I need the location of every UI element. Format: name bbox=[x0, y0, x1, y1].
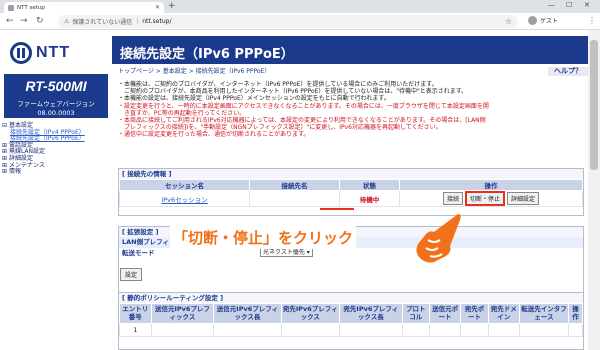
col-dst-domain: 宛先ドメイン bbox=[487, 303, 521, 324]
note-line: ・本機能の設定は、接続先設定（IPv4 PPPoE）メインセッションの設定をもと… bbox=[118, 95, 390, 103]
page-title: 接続先設定（IPv6 PPPoE） bbox=[112, 36, 588, 64]
col-entry: エントリ番号 bbox=[119, 303, 152, 324]
col-src-prefix-len: 送信元IPv6プレフィックス長 bbox=[213, 303, 282, 324]
menu-tree: ⊟ 基本設定 接続先設定（IPv4 PPPoE） 接続先設定（IPv6 PPPo… bbox=[2, 122, 85, 176]
warning-line: ・通信中に設定変更を行った場合、通信が切断されることがあります。 bbox=[118, 131, 310, 139]
url-text: ntt.setup/ bbox=[142, 18, 172, 25]
logo-text: NTT bbox=[36, 44, 71, 61]
model-name: RT-500MI bbox=[25, 78, 87, 94]
minimize-icon[interactable]: — bbox=[548, 1, 555, 9]
main-content: 接続先設定（IPv6 PPPoE） トップページ > 基本設定 > 接続先設定（… bbox=[112, 30, 588, 350]
pointing-hand-icon bbox=[416, 214, 461, 263]
callout-instruction: 「切断・停止」をクリック bbox=[170, 226, 357, 249]
status-badge: 待機中 bbox=[359, 195, 380, 204]
profile-button[interactable]: ゲスト bbox=[528, 16, 558, 25]
breadcrumb: トップページ > 基本設定 > 接続先設定（IPv6 PPPoE） bbox=[118, 68, 271, 75]
favicon-icon bbox=[8, 4, 14, 11]
table-row: IPv6セッション 待機中 接続 切断・停止 詳細設定 bbox=[119, 190, 583, 207]
set-button[interactable]: 設定 bbox=[120, 268, 143, 281]
connection-panel-heading: [ 接続先の情報 ] bbox=[119, 169, 583, 179]
session-link[interactable]: IPv6セッション bbox=[161, 196, 207, 204]
col-src-port: 送信元ポート bbox=[428, 303, 462, 324]
browser-toolbar: ← → ↻ ⚠ 保護されていない通信 | ntt.setup/ ☆ ゲスト ⋮ bbox=[0, 13, 600, 30]
address-bar[interactable]: ⚠ 保護されていない通信 | ntt.setup/ ☆ bbox=[58, 15, 518, 28]
sidebar: NTT RT-500MI ファームウェアバージョン 08.00.0003 ⊟ 基… bbox=[0, 30, 112, 350]
notes: ・本機能は、ご契約のプロバイダが、インターネット（IPv6 PPPoE）を提供し… bbox=[118, 81, 586, 139]
col-op: 操作 bbox=[568, 303, 583, 324]
col-destination: 接続先名 bbox=[249, 179, 340, 191]
col-dst-prefix: 宛先IPv6プレフィックス bbox=[280, 303, 340, 324]
scrollbar-thumb[interactable] bbox=[590, 40, 598, 170]
col-dst-port: 宛先ポート bbox=[460, 303, 489, 324]
help-link[interactable]: ヘルプ？ bbox=[548, 67, 588, 76]
col-session: セッション名 bbox=[119, 179, 250, 191]
col-operation: 操作 bbox=[399, 179, 583, 191]
browser-tabstrip: NTT setup ✕ + — ☐ ✕ bbox=[0, 0, 600, 13]
col-src-prefix: 送信元IPv6プレフィックス bbox=[150, 303, 215, 324]
connect-button[interactable]: 接続 bbox=[442, 192, 463, 205]
status-underline bbox=[320, 208, 354, 210]
col-dst-prefix-len: 宛先IPv6プレフィックス長 bbox=[338, 303, 403, 324]
transfer-mode-select[interactable]: 光ネクスト優先 ▾ bbox=[260, 248, 313, 257]
reload-icon[interactable]: ↻ bbox=[36, 16, 44, 26]
browser-tab[interactable]: NTT setup ✕ bbox=[4, 2, 164, 13]
static-routing-panel: [ 静的ポリシールーティング設定 ] エントリ番号 送信元IPv6プレフィックス… bbox=[118, 292, 584, 350]
col-protocol: プロトコル bbox=[401, 303, 430, 324]
col-iface: 転送先インタフェース bbox=[519, 303, 569, 324]
bookmark-star-icon[interactable]: ☆ bbox=[505, 17, 512, 26]
firmware-version: 08.00.0003 bbox=[37, 109, 75, 117]
close-tab-icon[interactable]: ✕ bbox=[155, 4, 160, 11]
profile-label: ゲスト bbox=[540, 18, 559, 25]
new-tab-icon[interactable]: + bbox=[168, 1, 176, 11]
maximize-icon[interactable]: ☐ bbox=[566, 1, 572, 9]
close-window-icon[interactable]: ✕ bbox=[584, 1, 590, 9]
scrollbar[interactable] bbox=[588, 30, 600, 350]
disconnect-stop-button[interactable]: 切断・停止 bbox=[464, 191, 505, 206]
menu-kebab-icon[interactable]: ⋮ bbox=[588, 16, 596, 25]
col-status: 状態 bbox=[339, 179, 400, 191]
transfer-mode-row: 転送モード bbox=[122, 249, 155, 257]
entry-number: 1 bbox=[119, 323, 152, 337]
detail-settings-button[interactable]: 詳細設定 bbox=[507, 192, 540, 205]
model-banner: RT-500MI ファームウェアバージョン 08.00.0003 bbox=[4, 74, 108, 118]
ntt-logo-icon bbox=[10, 42, 32, 64]
avatar-icon bbox=[528, 16, 537, 25]
back-icon[interactable]: ← bbox=[6, 16, 14, 26]
firmware-label: ファームウェアバージョン bbox=[17, 100, 95, 108]
address-separator: | bbox=[136, 18, 139, 25]
ntt-logo: NTT bbox=[10, 42, 70, 64]
warning-icon: ⚠ bbox=[64, 18, 70, 25]
table-row: 1 bbox=[119, 323, 583, 337]
forward-icon[interactable]: → bbox=[20, 16, 28, 26]
warning-line: き直すか、PC等の再起動を行ってください。 bbox=[118, 109, 246, 117]
static-routing-heading: [ 静的ポリシールーティング設定 ] bbox=[119, 293, 583, 303]
tree-item-info[interactable]: ⊞ 情報 bbox=[2, 168, 85, 176]
connection-table: セッション名 接続先名 状態 操作 IPv6セッション 待機中 接続 切断・停止詳… bbox=[119, 179, 583, 207]
destination-cell bbox=[249, 190, 340, 207]
security-warning: 保護されていない通信 bbox=[72, 19, 133, 26]
routing-table: エントリ番号 送信元IPv6プレフィックス 送信元IPv6プレフィックス長 宛先… bbox=[119, 303, 583, 337]
tab-title: NTT setup bbox=[17, 4, 45, 11]
warning-line: ・設定変更を行うと、一時的に本設定画面にアクセスできなくなることがあります。その… bbox=[118, 102, 489, 110]
